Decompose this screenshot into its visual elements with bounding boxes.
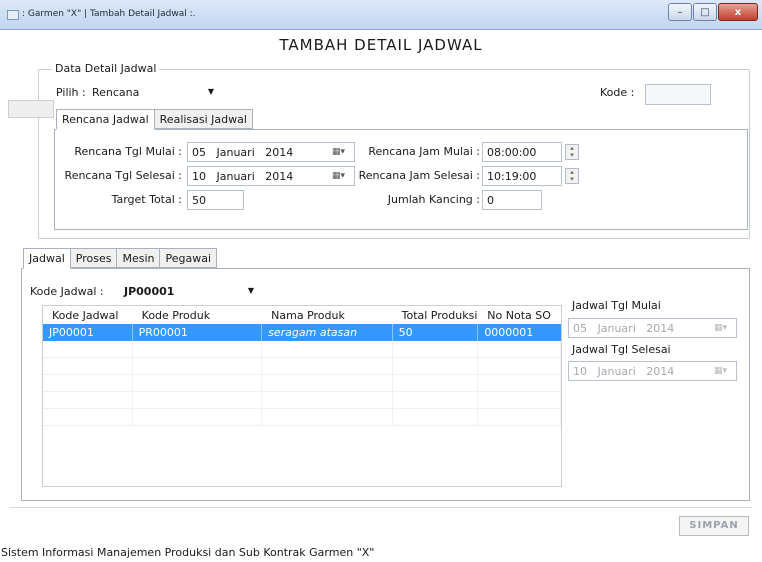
rencana-jam-selesai-field[interactable]: 10:19:00 [482,166,562,186]
detail-group-title: Data Detail Jadwal [52,62,160,75]
rencana-tgl-mulai-picker[interactable]: 05 Januari 2014 ▦▾ [187,142,355,162]
tab-realisasi-jadwal[interactable]: Realisasi Jadwal [153,109,253,129]
empty-row [43,358,561,375]
window-title: : Garmen "X" | Tambah Detail Jadwal :. [22,9,196,19]
rencana-tgl-selesai-label: Rencana Tgl Selesai : [64,169,182,182]
detail-tabs: Jadwal Proses Mesin Pegawai [23,248,218,269]
calendar-icon[interactable]: ▦▾ [714,366,732,376]
jumlah-kancing-field[interactable]: 0 [482,190,542,210]
jadwal-tgl-mulai-day: 05 [573,322,587,335]
calendar-icon[interactable]: ▦▾ [714,323,732,333]
calendar-icon[interactable]: ▦▾ [332,171,350,181]
empty-row [43,392,561,409]
pilih-label: Pilih : [56,86,86,99]
plan-tabs: Rencana Jadwal Realisasi Jadwal [56,109,253,130]
chevron-down-icon: ▼ [207,87,214,96]
divider [10,507,752,508]
kode-jadwal-value: JP00001 [124,285,175,298]
rencana-tgl-mulai-year: 2014 [265,146,294,159]
rencana-jam-mulai-label: Rencana Jam Mulai : [368,145,480,158]
jadwal-tgl-mulai-year: 2014 [646,322,675,335]
cell-kode-jadwal: JP00001 [43,324,133,341]
jadwal-tgl-mulai-label: Jadwal Tgl Mulai [572,299,661,312]
tab-rencana-jadwal[interactable]: Rencana Jadwal [56,109,155,130]
window-controls: – □ x [667,3,758,21]
empty-row [43,409,561,426]
empty-row [43,375,561,392]
empty-row [43,341,561,358]
maximize-button[interactable]: □ [693,3,717,21]
form-heading: TAMBAH DETAIL JADWAL [279,36,483,54]
rencana-tgl-selesai-picker[interactable]: 10 Januari 2014 ▦▾ [187,166,355,186]
rencana-tgl-selesai-day: 10 [192,170,206,183]
tab-proses[interactable]: Proses [69,248,118,268]
jam-selesai-spinner[interactable]: ▴ ▾ [565,168,579,184]
side-stub [8,100,54,118]
jadwal-grid[interactable]: Kode Jadwal Kode Produk Nama Produk Tota… [42,305,562,487]
pilih-combo[interactable]: Rencana ▼ [92,83,214,103]
rencana-tgl-mulai-label: Rencana Tgl Mulai : [74,145,182,158]
jadwal-tgl-selesai-year: 2014 [646,365,675,378]
rencana-tgl-mulai-month: Januari [216,146,255,159]
cell-no-nota-so: 0000001 [484,326,534,339]
kode-jadwal-combo[interactable]: JP00001 ▼ [124,282,254,302]
rencana-tgl-selesai-year: 2014 [265,170,294,183]
col-total-produksi[interactable]: Total Produksi [393,306,479,324]
rencana-tgl-selesai-month: Januari [216,170,255,183]
rencana-tgl-mulai-day: 05 [192,146,206,159]
jadwal-tgl-selesai-month: Januari [597,365,636,378]
pilih-value: Rencana [92,86,140,99]
col-kode-jadwal[interactable]: Kode Jadwal [43,306,133,324]
table-row[interactable]: JP00001 PR00001 seragam atasan 50 000000… [43,324,561,341]
jumlah-kancing-label: Jumlah Kancing : [387,193,480,206]
app-icon [7,10,19,20]
cell-total-produksi: 50 [393,324,479,341]
col-no-nota-so[interactable]: No Nota SO [478,306,561,324]
kode-field[interactable] [645,84,711,105]
cell-nama-produk: seragam atasan [262,324,393,341]
kode-label: Kode : [600,86,635,99]
rencana-jam-mulai-field[interactable]: 08:00:00 [482,142,562,162]
jam-mulai-spinner[interactable]: ▴ ▾ [565,144,579,160]
tab-pegawai[interactable]: Pegawai [159,248,218,268]
target-total-field[interactable]: 50 [187,190,244,210]
simpan-button[interactable]: SIMPAN [679,516,749,536]
tab-jadwal[interactable]: Jadwal [23,248,71,269]
jadwal-tgl-selesai-picker[interactable]: 10 Januari 2014 ▦▾ [568,361,737,381]
col-kode-produk[interactable]: Kode Produk [133,306,262,324]
kode-jadwal-label: Kode Jadwal : [30,285,104,298]
cell-kode-produk: PR00001 [133,324,263,341]
status-bar: Sistem Informasi Manajemen Produksi dan … [1,546,375,559]
jadwal-tgl-mulai-picker[interactable]: 05 Januari 2014 ▦▾ [568,318,737,338]
target-total-label: Target Total : [111,193,182,206]
jadwal-tgl-selesai-label: Jadwal Tgl Selesai [572,343,671,356]
tab-mesin[interactable]: Mesin [116,248,161,268]
window-titlebar: : Garmen "X" | Tambah Detail Jadwal :. –… [0,0,762,30]
grid-header: Kode Jadwal Kode Produk Nama Produk Tota… [43,306,561,324]
close-button[interactable]: x [718,3,758,21]
minimize-button[interactable]: – [668,3,692,21]
calendar-icon[interactable]: ▦▾ [332,147,350,157]
col-nama-produk[interactable]: Nama Produk [262,306,392,324]
jadwal-tgl-selesai-day: 10 [573,365,587,378]
chevron-down-icon: ▼ [247,286,254,295]
jadwal-tgl-mulai-month: Januari [597,322,636,335]
rencana-jam-selesai-label: Rencana Jam Selesai : [358,169,480,182]
